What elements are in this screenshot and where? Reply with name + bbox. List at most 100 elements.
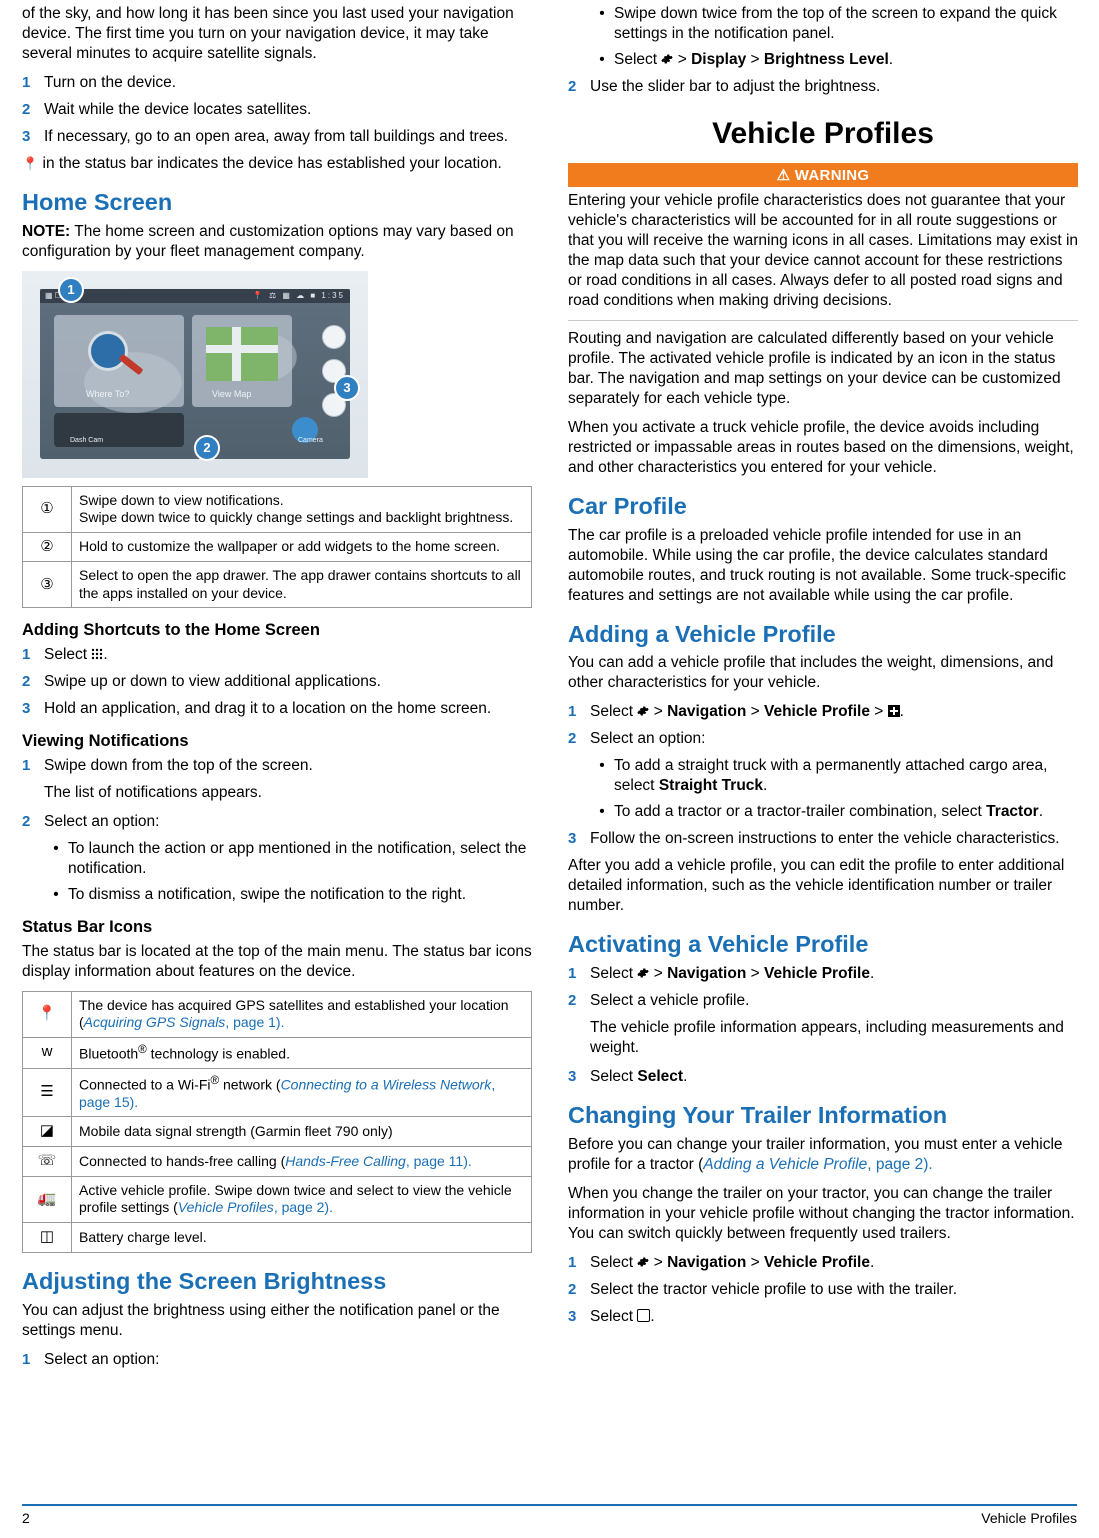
cross-reference-link[interactable]: Acquiring GPS Signals	[84, 1014, 226, 1030]
registered-mark: ®	[210, 1073, 220, 1087]
brightness-intro: You can adjust the brightness using eith…	[22, 1301, 500, 1339]
menu-display: Display	[691, 50, 747, 68]
step-sep: >	[746, 965, 764, 983]
bullet-item: • To add a tractor or a tractor-trailer …	[590, 802, 1078, 822]
tile-where-to-label: Where To?	[86, 388, 130, 399]
step-text: Swipe down from the top of the screen.	[44, 757, 313, 774]
note-text: The home screen and customization option…	[22, 222, 514, 260]
app-drawer-icon	[91, 646, 103, 660]
table-row: ② Hold to customize the wallpaper or add…	[22, 531, 532, 563]
bullet-suffix: .	[888, 50, 894, 68]
table-row: 🚛 Active vehicle profile. Swipe down twi…	[22, 1175, 532, 1223]
tile-camera-label: Camera	[298, 436, 323, 444]
changing-trailer-heading: Changing Your Trailer Information	[568, 1101, 948, 1128]
menu-vehicle-profile: Vehicle Profile	[763, 703, 870, 721]
bullet-item: • Swipe down twice from the top of the s…	[590, 4, 1078, 44]
step-number: 2	[22, 812, 31, 830]
menu-vehicle-profile: Vehicle Profile	[763, 965, 870, 983]
icon-description: Connected to a Wi-Fi® network (Connectin…	[71, 1067, 532, 1118]
step-item: 2 Select an option:	[22, 812, 532, 832]
table-row: w Bluetooth® technology is enabled.	[22, 1036, 532, 1069]
step-text: If necessary, go to an open area, away f…	[44, 127, 509, 145]
gear-icon	[637, 703, 650, 716]
menu-navigation: Navigation	[667, 965, 747, 983]
step-item: 1 Swipe down from the top of the screen.	[22, 756, 532, 776]
step-sep: >	[746, 1253, 764, 1271]
battery-icon: ◫	[22, 1221, 72, 1253]
icon-description: Bluetooth® technology is enabled.	[71, 1036, 532, 1069]
gear-icon	[637, 1254, 650, 1267]
callout-description: Select to open the app drawer. The app d…	[71, 561, 532, 609]
plus-icon	[887, 705, 900, 718]
desc-part: Connected to a Wi-Fi	[79, 1076, 211, 1093]
bullet-text: To launch the action or app mentioned in…	[68, 839, 527, 877]
step-prefix: Select	[590, 703, 638, 721]
step-suffix: .	[103, 646, 108, 664]
step-number: 1	[22, 757, 31, 774]
cross-reference-link[interactable]: Hands-Free Calling	[285, 1153, 406, 1169]
step-text: Swipe up or down to view additional appl…	[44, 673, 381, 691]
quick-icon-1[interactable]	[322, 324, 346, 349]
cross-reference-link[interactable]: Vehicle Profiles	[178, 1199, 274, 1215]
gear-icon	[637, 965, 650, 978]
step-text: Select an option:	[590, 730, 706, 748]
bullet-marker: •	[599, 757, 605, 775]
step-item: 3 Hold an application, and drag it to a …	[22, 699, 532, 719]
bullet-item: • To add a straight truck with a permane…	[590, 756, 1078, 796]
tile-dash-cam-label: Dash Cam	[70, 436, 104, 444]
step-prefix: Select	[590, 1307, 638, 1325]
callout-marker: ②	[22, 531, 72, 563]
icon-description: Active vehicle profile. Swipe down twice…	[71, 1175, 532, 1223]
icon-description: Mobile data signal strength (Garmin flee…	[71, 1116, 532, 1148]
bullet-marker: •	[599, 803, 605, 821]
cross-reference-link[interactable]: Connecting to a Wireless Network	[281, 1076, 492, 1092]
menu-vehicle-profile: Vehicle Profile	[763, 1253, 870, 1271]
step-text: Hold an application, and drag it to a lo…	[44, 700, 492, 718]
step-sep: >	[649, 965, 668, 983]
callout-description: Swipe down to view notifications. Swipe …	[71, 485, 532, 533]
callout-marker: ③	[22, 561, 72, 609]
step-item: 1 Select > Navigation > Vehicle Profile.	[568, 964, 1078, 984]
bullet-text: To add a tractor or a tractor-trailer co…	[614, 802, 1078, 822]
trailer-icon	[637, 1308, 651, 1322]
step-number: 2	[568, 77, 577, 95]
step-suffix: .	[869, 965, 875, 983]
home-screen-heading: Home Screen	[22, 188, 173, 215]
bullet-prefix: Select	[614, 50, 662, 68]
phone-icon: ☏	[22, 1146, 72, 1177]
adding-shortcuts-steps: 1 Select . 2 Swipe up or down to view ad…	[22, 645, 532, 719]
home-screen-callout-table: ① Swipe down to view notifications. Swip…	[22, 485, 532, 609]
cross-reference-link[interactable]: Adding a Vehicle Profile	[703, 1156, 867, 1173]
warning-banner: ⚠ WARNING	[568, 162, 1078, 187]
step-number: 1	[568, 703, 577, 721]
step-item: 2 Swipe up or down to view additional ap…	[22, 672, 532, 692]
bullet-suffix: .	[763, 777, 768, 795]
icon-description: The device has acquired GPS satellites a…	[71, 990, 532, 1038]
adding-vehicle-profile-after: After you add a vehicle profile, you can…	[568, 857, 1065, 915]
desc-part: technology is enabled.	[146, 1045, 290, 1062]
vehicle-profile-icon: 🚛	[22, 1175, 72, 1223]
bullet-text: Select > Display > Brightness Level.	[614, 50, 1078, 70]
gear-icon	[661, 51, 674, 64]
desc-part: , page 11).	[405, 1152, 472, 1169]
adding-vehicle-profile-heading: Adding a Vehicle Profile	[568, 620, 836, 647]
viewing-notifications-steps: 1 Swipe down from the top of the screen.…	[22, 756, 532, 905]
adding-shortcuts-heading: Adding Shortcuts to the Home Screen	[22, 621, 320, 640]
step-item: 3 If necessary, go to an open area, away…	[22, 127, 532, 147]
bullet-item: • To launch the action or app mentioned …	[44, 839, 532, 879]
step-text: Select the tractor vehicle profile to us…	[590, 1280, 958, 1298]
step-number: 1	[568, 1253, 577, 1271]
magnifier-icon	[88, 330, 128, 371]
step-text: Select .	[590, 1307, 1078, 1327]
divider	[568, 319, 1078, 321]
status-bar-right: 📍 ⚖ ▦ ☁ ■ 1:35	[252, 290, 345, 300]
bullet-prefix: To add a tractor or a tractor-trailer co…	[614, 803, 987, 821]
status-note-paragraph: 📍 in the status bar indicates the device…	[22, 154, 532, 174]
right-column: • Swipe down twice from the top of the s…	[568, 4, 1078, 1377]
registered-mark: ®	[138, 1042, 147, 1056]
step-text: Select Select.	[590, 1067, 1078, 1087]
step-item: 3 Select .	[568, 1307, 1078, 1327]
step-number: 2	[22, 100, 31, 118]
manual-page: of the sky, and how long it has been sin…	[0, 0, 1099, 1538]
step-suffix: .	[650, 1307, 655, 1325]
